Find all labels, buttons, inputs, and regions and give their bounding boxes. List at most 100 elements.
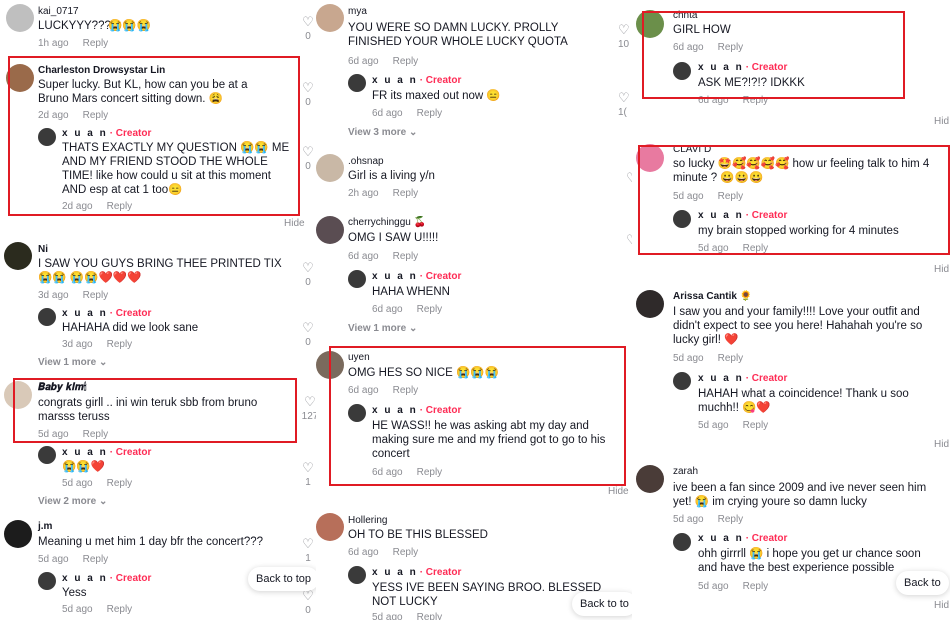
avatar[interactable] [316, 216, 344, 244]
avatar[interactable] [4, 520, 32, 548]
reply-meta: 6d ago Reply [372, 108, 456, 119]
creator-username[interactable]: x u a n · Creator [372, 75, 461, 86]
like-button[interactable]: ♡ 0 [300, 260, 316, 289]
reply-link[interactable]: Reply [83, 290, 109, 301]
creator-avatar[interactable] [38, 446, 56, 464]
like-button[interactable]: ♡ 0 [300, 80, 316, 109]
reply-text: 😭😭❤️ [62, 461, 105, 473]
creator-name: x u a n [372, 271, 418, 282]
back-to-top-button[interactable]: Back to [896, 571, 949, 595]
comment-time: 6d ago [348, 547, 379, 558]
hide-replies-button[interactable]: Hid [934, 439, 949, 450]
creator-username[interactable]: x u a n · Creator [698, 373, 787, 384]
creator-username[interactable]: x u a n · Creator [62, 308, 151, 319]
creator-avatar[interactable] [348, 270, 366, 288]
creator-badge: · Creator [745, 373, 788, 384]
view-more-replies[interactable]: View 1 more ⌄ [38, 357, 107, 368]
creator-avatar[interactable] [348, 74, 366, 92]
avatar[interactable] [6, 4, 34, 32]
reply-link[interactable]: Reply [393, 251, 419, 262]
back-to-top-button[interactable]: Back to top [248, 567, 318, 591]
reply-link[interactable]: Reply [718, 353, 744, 364]
reply-meta: 5d ago Reply [698, 420, 782, 431]
reply-link[interactable]: Reply [393, 56, 419, 67]
like-button[interactable]: ♡ 0 [300, 589, 316, 617]
comment-username[interactable]: .ohsnap [348, 156, 384, 167]
comment-time: 5d ago [38, 554, 69, 565]
creator-badge: · Creator [109, 573, 152, 584]
comment-meta: 6d ago Reply [348, 547, 432, 558]
reply-link[interactable]: Reply [83, 554, 109, 565]
back-to-top-button[interactable]: Back to to [572, 592, 634, 616]
comment-username[interactable]: Hollering [348, 515, 387, 526]
comment-username[interactable]: Arissa Cantik 🌻 [673, 291, 752, 302]
avatar[interactable] [316, 154, 344, 182]
reply-time: 5d ago [698, 581, 729, 592]
comment-username[interactable]: j.m [38, 521, 52, 532]
creator-avatar[interactable] [38, 572, 56, 590]
creator-avatar[interactable] [673, 372, 691, 390]
comment-text: I SAW YOU GUYS BRING THEE PRINTED TIX 😭😭… [38, 258, 282, 284]
reply-text: HAHAHA did we look sane [62, 322, 199, 334]
creator-username[interactable]: x u a n · Creator [62, 573, 151, 584]
avatar[interactable] [4, 242, 32, 270]
comment-text: Meaning u met him 1 day bfr the concert?… [38, 536, 264, 548]
view-more-replies[interactable]: View 1 more ⌄ [348, 323, 417, 334]
heart-icon: ♡ [302, 80, 314, 95]
reply-link[interactable]: Reply [83, 38, 109, 49]
creator-avatar[interactable] [38, 308, 56, 326]
heart-icon: ♡ [302, 260, 314, 275]
comment-time: 6d ago [348, 251, 379, 262]
creator-username[interactable]: x u a n · Creator [698, 533, 787, 544]
like-button[interactable]: ♡ 1 [300, 460, 316, 489]
like-count: 0 [305, 97, 311, 108]
chevron-down-icon: ⌄ [408, 323, 418, 334]
like-button[interactable]: ♡ 1 [300, 537, 316, 565]
hide-replies-button[interactable]: Hide [608, 486, 629, 497]
reply-time: 6d ago [372, 304, 403, 315]
avatar[interactable] [316, 513, 344, 541]
comment-username[interactable]: cherrychinggu 🍒 [348, 217, 426, 228]
view-more-label: View 1 more [348, 323, 407, 334]
avatar[interactable] [316, 4, 344, 32]
reply-link[interactable]: Reply [743, 581, 769, 592]
comment-meta: 3d ago Reply [38, 290, 122, 301]
like-button[interactable]: ♡ 0 [300, 321, 316, 349]
comment-username[interactable]: mya [348, 6, 367, 17]
avatar[interactable] [636, 465, 664, 493]
comment-username[interactable]: kai_0717 [38, 6, 79, 17]
like-button[interactable]: ♡ 0 [300, 14, 316, 43]
like-button[interactable]: ♡ 0 [300, 145, 316, 173]
creator-username[interactable]: x u a n · Creator [62, 447, 151, 458]
heart-icon: ♡ [302, 460, 314, 475]
reply-link[interactable]: Reply [417, 612, 443, 620]
view-more-replies[interactable]: View 3 more ⌄ [348, 127, 417, 138]
avatar[interactable] [636, 290, 664, 318]
reply-link[interactable]: Reply [417, 304, 443, 315]
reply-link[interactable]: Reply [107, 478, 133, 489]
hide-replies-button[interactable]: Hid [934, 264, 949, 275]
reply-link[interactable]: Reply [107, 604, 133, 615]
hide-replies-button[interactable]: Hid [934, 600, 949, 611]
reply-link[interactable]: Reply [107, 339, 133, 350]
heart-icon: ♡ [302, 14, 314, 29]
reply-link[interactable]: Reply [393, 547, 419, 558]
hide-replies-button[interactable]: Hid [934, 116, 949, 127]
like-count: 1 [305, 477, 311, 488]
comment-username[interactable]: Ni [38, 244, 48, 255]
creator-avatar[interactable] [673, 533, 691, 551]
reply-link[interactable]: Reply [718, 514, 744, 525]
view-more-replies[interactable]: View 2 more ⌄ [38, 496, 107, 507]
reply-link[interactable]: Reply [417, 108, 443, 119]
creator-badge: · Creator [745, 533, 788, 544]
creator-username[interactable]: x u a n · Creator [372, 567, 461, 578]
creator-avatar[interactable] [348, 566, 366, 584]
comment-username[interactable]: zarah [673, 466, 698, 477]
reply-link[interactable]: Reply [393, 188, 419, 199]
highlight-box [13, 378, 297, 443]
creator-username[interactable]: x u a n · Creator [372, 271, 461, 282]
reply-link[interactable]: Reply [743, 420, 769, 431]
hide-replies-button[interactable]: Hide [284, 218, 305, 229]
reply-meta: 6d ago Reply [372, 304, 456, 315]
heart-icon: ♡ [618, 90, 630, 105]
